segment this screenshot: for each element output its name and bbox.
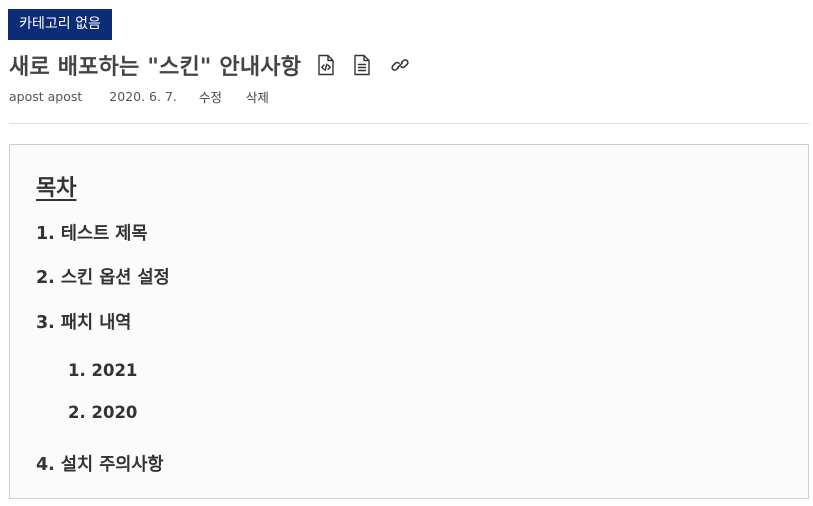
toc-subitem[interactable]: 1. 2021 (68, 361, 137, 380)
document-icon[interactable] (351, 53, 373, 77)
edit-link[interactable]: 수정 (199, 87, 222, 106)
toc-item[interactable]: 1. 테스트 제목 (36, 220, 148, 245)
post-author[interactable]: apost apost (9, 89, 82, 104)
link-icon[interactable] (389, 53, 411, 77)
post-page: 카테고리 없음 새로 배포하는 "스킨" 안내사항 apost apost 20… (0, 0, 813, 506)
toc-item[interactable]: 4. 설치 주의사항 (36, 451, 164, 476)
divider (9, 123, 809, 124)
delete-link[interactable]: 삭제 (246, 87, 269, 106)
table-of-contents: 목차 1. 테스트 제목 2. 스킨 옵션 설정 3. 패치 내역 1. 202… (9, 144, 809, 499)
toc-item[interactable]: 3. 패치 내역 (36, 309, 131, 334)
post-title: 새로 배포하는 "스킨" 안내사항 (9, 55, 302, 80)
code-file-icon[interactable] (315, 53, 337, 77)
post-meta: apost apost 2020. 6. 7. 수정 삭제 (9, 87, 269, 105)
title-row: 새로 배포하는 "스킨" 안내사항 (9, 47, 411, 83)
category-badge[interactable]: 카테고리 없음 (8, 9, 112, 40)
toc-item[interactable]: 2. 스킨 옵션 설정 (36, 264, 170, 289)
post-date: 2020. 6. 7. (109, 88, 177, 104)
toc-title: 목차 (36, 176, 77, 201)
toc-subitem[interactable]: 2. 2020 (68, 403, 137, 422)
